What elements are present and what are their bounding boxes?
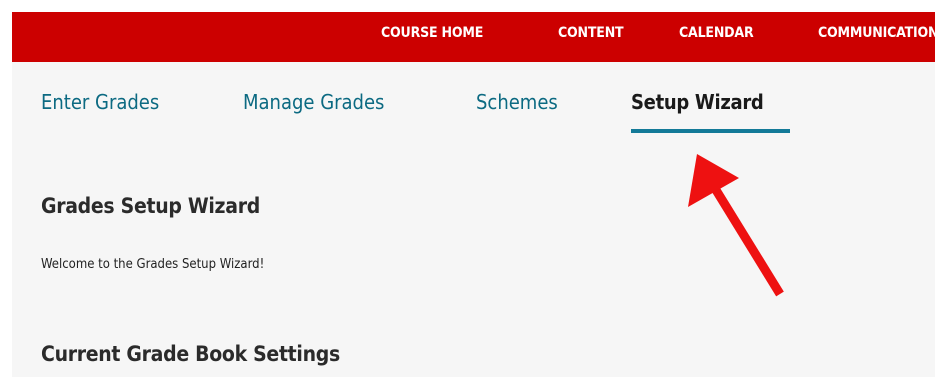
arrow-head (688, 154, 739, 207)
arrow-shaft (712, 187, 784, 297)
annotation-arrow-icon (688, 154, 784, 297)
